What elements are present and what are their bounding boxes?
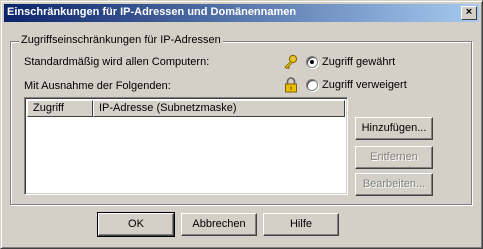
window-title: Einschränkungen für IP-Adressen und Domä…: [7, 6, 297, 18]
column-header-ip-address[interactable]: IP-Adresse (Subnetzmaske): [93, 100, 345, 117]
column-header-access[interactable]: Zugriff: [27, 100, 93, 117]
radio-selected-dot: [310, 60, 314, 64]
access-granted-label[interactable]: Zugriff gewährt: [322, 56, 395, 68]
exceptions-list[interactable]: Zugriff IP-Adresse (Subnetzmaske): [24, 97, 348, 195]
group-title: Zugriffseinschränkungen für IP-Adressen: [19, 34, 223, 46]
add-button[interactable]: Hinzufügen...: [355, 117, 433, 140]
ok-button[interactable]: OK: [97, 212, 175, 237]
help-button[interactable]: Hilfe: [263, 213, 339, 236]
exception-label: Mit Ausnahme der Folgenden:: [24, 80, 171, 92]
access-denied-label[interactable]: Zugriff verweigert: [322, 79, 407, 91]
lock-icon: [285, 77, 297, 93]
close-icon: ×: [465, 6, 473, 18]
default-access-label: Standardmäßig wird allen Computern:: [24, 56, 210, 68]
access-granted-radio[interactable]: [306, 56, 318, 68]
key-icon: [284, 54, 298, 70]
cancel-button[interactable]: Abbrechen: [181, 213, 257, 236]
close-button[interactable]: ×: [461, 6, 477, 20]
remove-button[interactable]: Entfernen: [355, 146, 433, 169]
edit-button[interactable]: Bearbeiten...: [355, 173, 433, 196]
access-denied-radio[interactable]: [306, 79, 318, 91]
title-bar[interactable]: Einschränkungen für IP-Adressen und Domä…: [4, 4, 479, 22]
